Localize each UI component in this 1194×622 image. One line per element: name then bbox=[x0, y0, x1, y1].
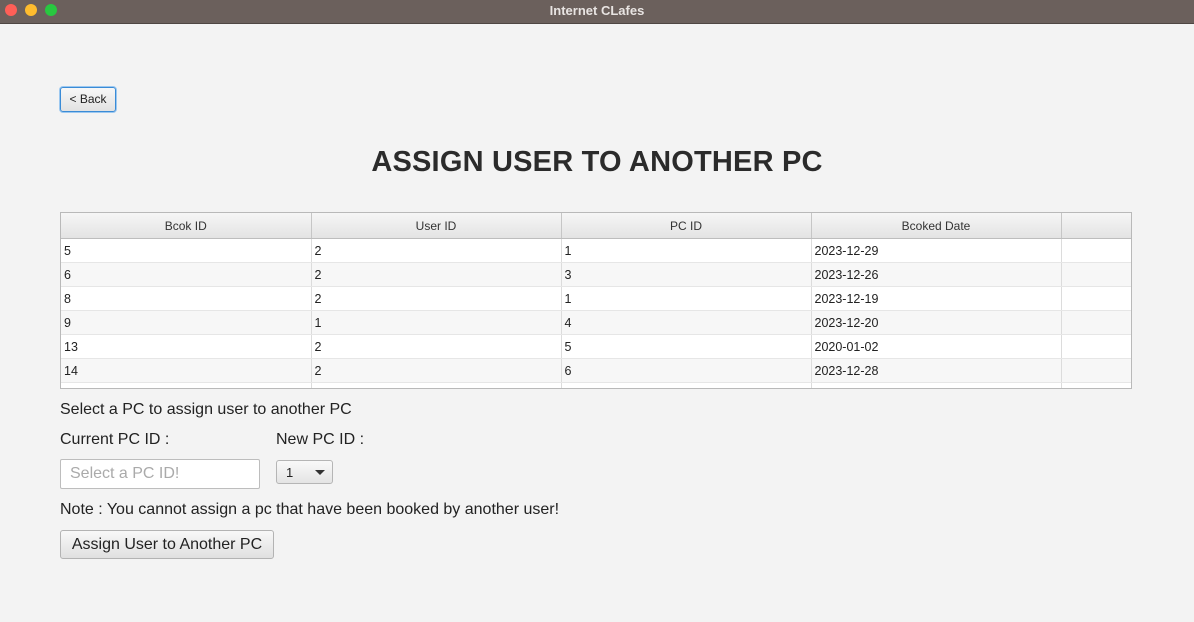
cell-book-id: 14 bbox=[61, 358, 312, 383]
cell-user-id: 2 bbox=[311, 286, 562, 311]
column-header-pc-id[interactable]: PC ID bbox=[561, 213, 812, 239]
cell-empty bbox=[561, 382, 812, 388]
cell-pc-id: 1 bbox=[561, 286, 812, 311]
note-text: Note : You cannot assign a pc that have … bbox=[60, 501, 560, 518]
cell-booked-date: 2020-01-02 bbox=[811, 334, 1062, 359]
cell-book-id: 6 bbox=[61, 262, 312, 287]
cell-pc-id: 4 bbox=[561, 310, 812, 335]
table-row[interactable]: 5 2 1 2023-12-29 bbox=[61, 238, 1131, 263]
cell-booked-date: 2023-12-26 bbox=[811, 262, 1062, 287]
page-title: ASSIGN USER TO ANOTHER PC bbox=[371, 146, 823, 178]
window-title: Internet CLafes bbox=[549, 3, 645, 18]
app-window: Internet CLafes < Back ASSIGN USER TO AN… bbox=[0, 0, 1194, 622]
cell-empty bbox=[311, 382, 562, 388]
cell-pc-id: 5 bbox=[561, 334, 812, 359]
cell-filler bbox=[1061, 310, 1131, 335]
cell-book-id: 8 bbox=[61, 286, 312, 311]
cell-pc-id: 6 bbox=[561, 358, 812, 383]
back-button[interactable]: < Back bbox=[60, 87, 116, 112]
cell-user-id: 2 bbox=[311, 358, 562, 383]
cell-filler bbox=[1061, 286, 1131, 311]
column-header-book-id[interactable]: Bcok ID bbox=[61, 213, 312, 239]
current-pc-label: Current PC ID : bbox=[60, 431, 170, 448]
cell-booked-date: 2023-12-19 bbox=[811, 286, 1062, 311]
cell-filler bbox=[1061, 358, 1131, 383]
instruction-text: Select a PC to assign user to another PC bbox=[60, 401, 352, 418]
cell-empty bbox=[1061, 382, 1131, 388]
current-pc-input[interactable] bbox=[60, 459, 260, 489]
cell-pc-id: 1 bbox=[561, 238, 812, 263]
assign-user-button[interactable]: Assign User to Another PC bbox=[60, 530, 274, 559]
cell-user-id: 2 bbox=[311, 334, 562, 359]
chevron-down-icon bbox=[315, 470, 325, 475]
cell-filler bbox=[1061, 262, 1131, 287]
table-row[interactable]: 8 2 1 2023-12-19 bbox=[61, 286, 1131, 311]
table-row[interactable]: 14 2 6 2023-12-28 bbox=[61, 358, 1131, 383]
cell-filler bbox=[1061, 238, 1131, 263]
cell-user-id: 1 bbox=[311, 310, 562, 335]
column-header-filler bbox=[1061, 213, 1131, 239]
cell-book-id: 13 bbox=[61, 334, 312, 359]
table-header-row: Bcok ID User ID PC ID Bcoked Date bbox=[61, 213, 1131, 239]
cell-book-id: 5 bbox=[61, 238, 312, 263]
new-pc-label: New PC ID : bbox=[276, 431, 365, 448]
table-row[interactable]: 6 2 3 2023-12-26 bbox=[61, 262, 1131, 287]
cell-empty bbox=[61, 382, 312, 388]
cell-booked-date: 2023-12-28 bbox=[811, 358, 1062, 383]
cell-booked-date: 2023-12-20 bbox=[811, 310, 1062, 335]
table-row[interactable]: 9 1 4 2023-12-20 bbox=[61, 310, 1131, 335]
cell-filler bbox=[1061, 334, 1131, 359]
cell-pc-id: 3 bbox=[561, 262, 812, 287]
new-pc-select[interactable]: 1 bbox=[276, 460, 333, 484]
cell-book-id: 9 bbox=[61, 310, 312, 335]
cell-user-id: 2 bbox=[311, 238, 562, 263]
title-bar: Internet CLafes bbox=[0, 0, 1194, 24]
column-header-user-id[interactable]: User ID bbox=[311, 213, 562, 239]
bookings-table[interactable]: Bcok ID User ID PC ID Bcoked Date 5 2 1 … bbox=[60, 212, 1132, 389]
table-row[interactable]: 13 2 5 2020-01-02 bbox=[61, 334, 1131, 359]
column-header-booked-date[interactable]: Bcoked Date bbox=[811, 213, 1062, 239]
new-pc-selected-value: 1 bbox=[286, 465, 294, 480]
table-row-empty bbox=[61, 382, 1131, 388]
cell-empty bbox=[811, 382, 1062, 388]
cell-user-id: 2 bbox=[311, 262, 562, 287]
cell-booked-date: 2023-12-29 bbox=[811, 238, 1062, 263]
